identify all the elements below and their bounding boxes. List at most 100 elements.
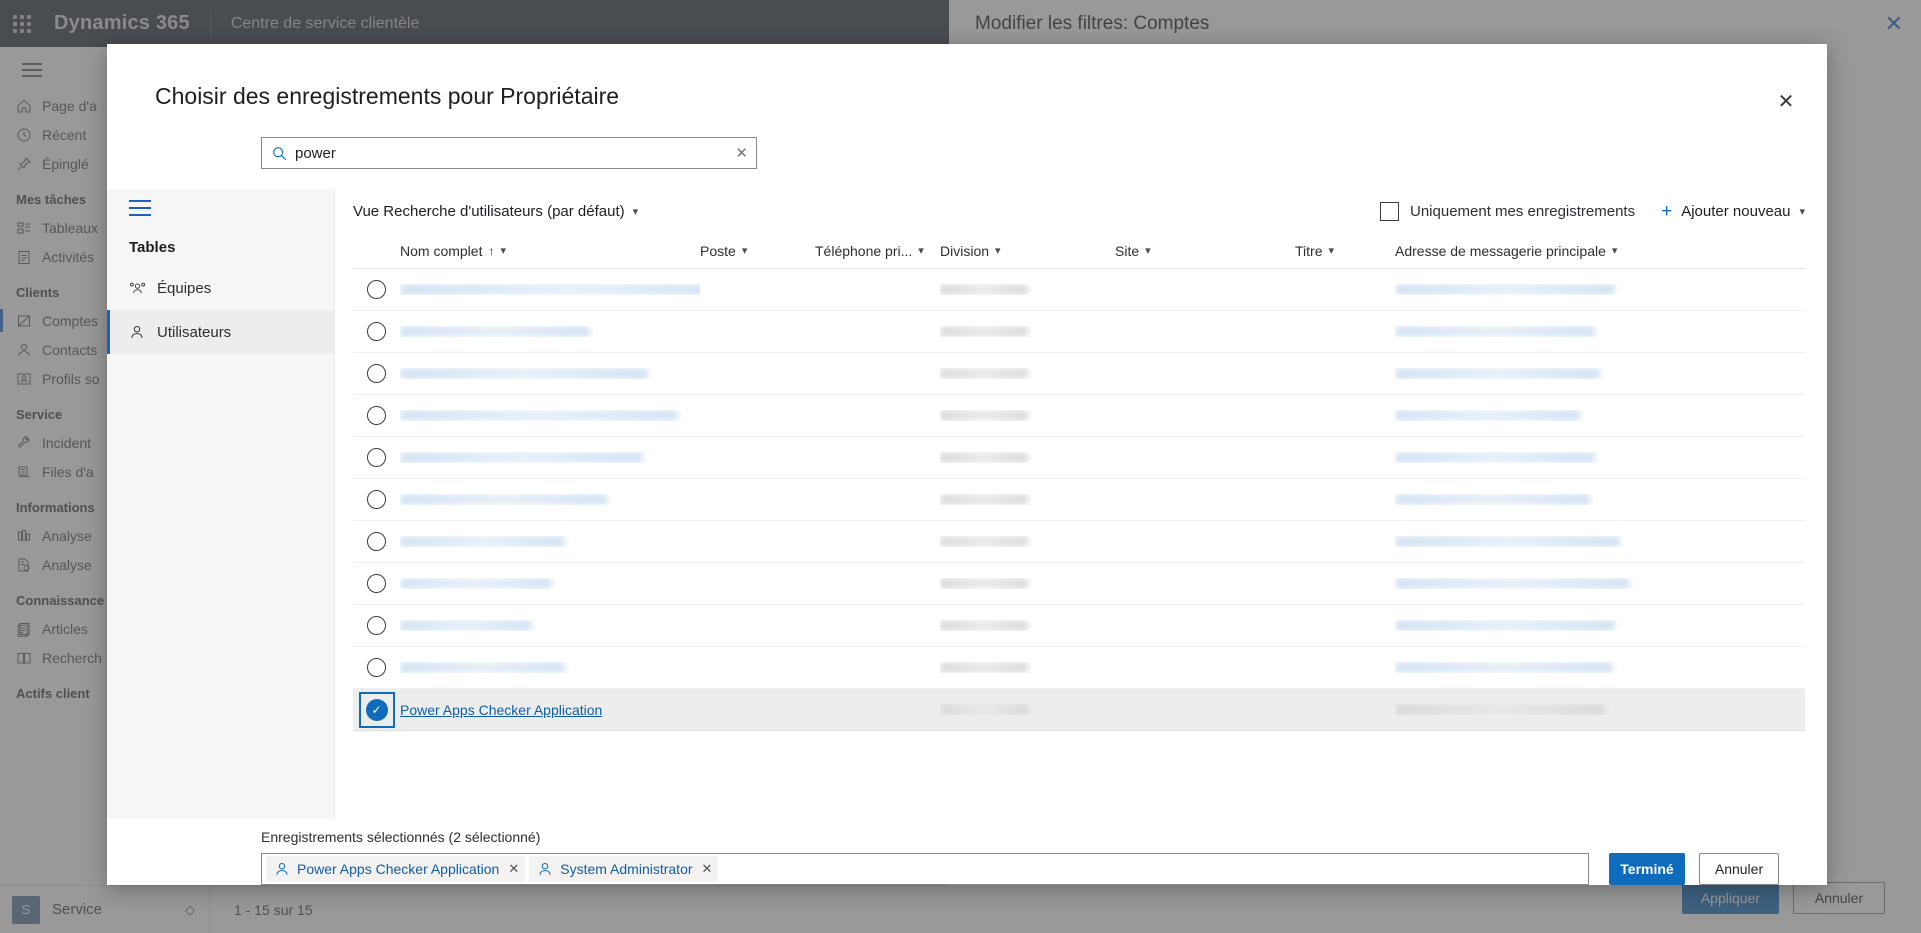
close-icon[interactable]: ✕	[1769, 84, 1803, 118]
redacted-value	[400, 326, 590, 337]
my-records-checkbox[interactable]: Uniquement mes enregistrements	[1380, 201, 1635, 221]
row-checkbox[interactable]	[353, 616, 400, 635]
row-checkbox[interactable]	[353, 490, 400, 509]
redacted-value	[1395, 284, 1615, 295]
redacted-value	[940, 284, 1028, 295]
redacted-value	[940, 662, 1028, 673]
search-icon	[272, 146, 287, 161]
redacted-value	[940, 452, 1028, 463]
cell-division	[940, 494, 1115, 505]
cell-nom-complet	[400, 410, 700, 421]
table-row[interactable]	[353, 437, 1805, 479]
chevron-down-icon[interactable]: ▾	[742, 244, 748, 257]
close-icon[interactable]: ✕	[506, 861, 519, 877]
column-header-label: Adresse de messagerie principale	[1395, 242, 1606, 259]
column-header-t-l-phone-pri[interactable]: Téléphone pri... ▾	[815, 243, 940, 259]
chevron-down-icon[interactable]: ▾	[1145, 244, 1151, 257]
circle-icon	[367, 616, 386, 635]
redacted-value	[940, 368, 1028, 379]
row-checkbox[interactable]	[353, 574, 400, 593]
cell-adresse-de-messagerie-principale	[1395, 494, 1645, 505]
cell-nom-complet	[400, 578, 700, 589]
table-row[interactable]	[353, 563, 1805, 605]
done-button[interactable]: Terminé	[1609, 853, 1685, 885]
circle-icon	[367, 532, 386, 551]
person-icon	[537, 861, 553, 877]
table-item-utilisateurs[interactable]: Utilisateurs	[107, 310, 334, 354]
row-checkbox[interactable]	[353, 322, 400, 341]
close-icon[interactable]: ✕	[700, 861, 713, 877]
cell-adresse-de-messagerie-principale	[1395, 326, 1645, 337]
redacted-value	[1395, 452, 1595, 463]
arrow-up-icon: ↑	[488, 243, 495, 258]
column-header-site[interactable]: Site ▾	[1115, 243, 1295, 259]
cell-adresse-de-messagerie-principale	[1395, 368, 1645, 379]
chevron-down-icon[interactable]: ▾	[1799, 205, 1805, 218]
cell-adresse-de-messagerie-principale	[1395, 704, 1645, 715]
row-checkbox[interactable]	[353, 406, 400, 425]
hamburger-icon[interactable]	[107, 200, 334, 239]
column-header-label: Division	[940, 242, 990, 259]
redacted-value	[1395, 536, 1620, 547]
chevron-down-icon[interactable]: ▾	[918, 244, 924, 257]
table-row[interactable]	[353, 647, 1805, 689]
column-header-adresse-de-messagerie-principale[interactable]: Adresse de messagerie principale ▾	[1395, 243, 1645, 259]
table-row[interactable]	[353, 269, 1805, 311]
cell-division	[940, 578, 1115, 589]
row-checkbox[interactable]	[353, 280, 400, 299]
cell-nom-complet	[400, 452, 700, 463]
lookup-records-dialog: Choisir des enregistrements pour Proprié…	[107, 44, 1827, 885]
team-icon	[129, 280, 157, 296]
column-header-poste[interactable]: Poste ▾	[700, 243, 815, 259]
column-header-label: Téléphone pri...	[815, 242, 913, 259]
cell-division	[940, 620, 1115, 631]
circle-icon	[367, 490, 386, 509]
selection-row: Power Apps Checker Application ✕ System Ad…	[261, 853, 1779, 885]
selected-records-label: Enregistrements sélectionnés (2 sélectio…	[261, 829, 541, 845]
record-link[interactable]: Power Apps Checker Application	[400, 702, 602, 718]
row-checkbox[interactable]	[353, 448, 400, 467]
cell-adresse-de-messagerie-principale	[1395, 578, 1645, 589]
chevron-down-icon[interactable]: ▾	[1328, 244, 1334, 257]
dialog-actions: Terminé Annuler	[1609, 853, 1779, 885]
table-row[interactable]	[353, 521, 1805, 563]
selected-chip[interactable]: Power Apps Checker Application ✕	[266, 856, 526, 882]
row-checkbox[interactable]	[353, 658, 400, 677]
cell-adresse-de-messagerie-principale	[1395, 452, 1645, 463]
redacted-value	[400, 284, 700, 295]
view-selector[interactable]: Vue Recherche d'utilisateurs (par défaut…	[353, 203, 638, 220]
redacted-value	[1395, 368, 1600, 379]
circle-icon	[367, 280, 386, 299]
selected-chip[interactable]: System Administrator ✕	[529, 856, 719, 882]
clear-icon[interactable]: ✕	[735, 144, 748, 162]
row-checkbox[interactable]	[353, 364, 400, 383]
add-new-button[interactable]: + Ajouter nouveau ▾	[1661, 202, 1805, 221]
selected-chips-container[interactable]: Power Apps Checker Application ✕ System Ad…	[261, 853, 1589, 885]
column-header-nom-complet[interactable]: Nom complet ↑ ▾	[400, 243, 700, 259]
toolbar-actions: Uniquement mes enregistrements + Ajouter…	[1380, 201, 1805, 221]
selected-chip-label: Power Apps Checker Application	[297, 861, 500, 877]
row-checkbox-checked[interactable]: ✓	[353, 691, 400, 728]
table-row[interactable]	[353, 479, 1805, 521]
chevron-down-icon[interactable]: ▾	[995, 244, 1001, 257]
search-input[interactable]: power ✕	[261, 137, 757, 169]
table-row[interactable]: ✓ Power Apps Checker Application	[353, 689, 1805, 731]
redacted-value	[1395, 620, 1615, 631]
column-header-titre[interactable]: Titre ▾	[1295, 243, 1395, 259]
row-checkbox[interactable]	[353, 532, 400, 551]
column-header-division[interactable]: Division ▾	[940, 243, 1115, 259]
table-row[interactable]	[353, 605, 1805, 647]
cancel-button[interactable]: Annuler	[1699, 853, 1779, 885]
chevron-down-icon[interactable]: ▾	[500, 244, 506, 257]
cell-division	[940, 536, 1115, 547]
column-header-label: Site	[1115, 242, 1140, 259]
table-item--quipes[interactable]: Équipes	[107, 266, 334, 310]
table-row[interactable]	[353, 395, 1805, 437]
table-row[interactable]	[353, 311, 1805, 353]
grid-column-headers: Nom complet ↑ ▾ Poste ▾ Téléphone pri... ▾ Divi…	[353, 233, 1805, 269]
cell-nom-complet	[400, 326, 700, 337]
chevron-down-icon[interactable]: ▾	[1612, 244, 1618, 257]
table-row[interactable]	[353, 353, 1805, 395]
redacted-value	[400, 410, 678, 421]
circle-icon	[367, 364, 386, 383]
